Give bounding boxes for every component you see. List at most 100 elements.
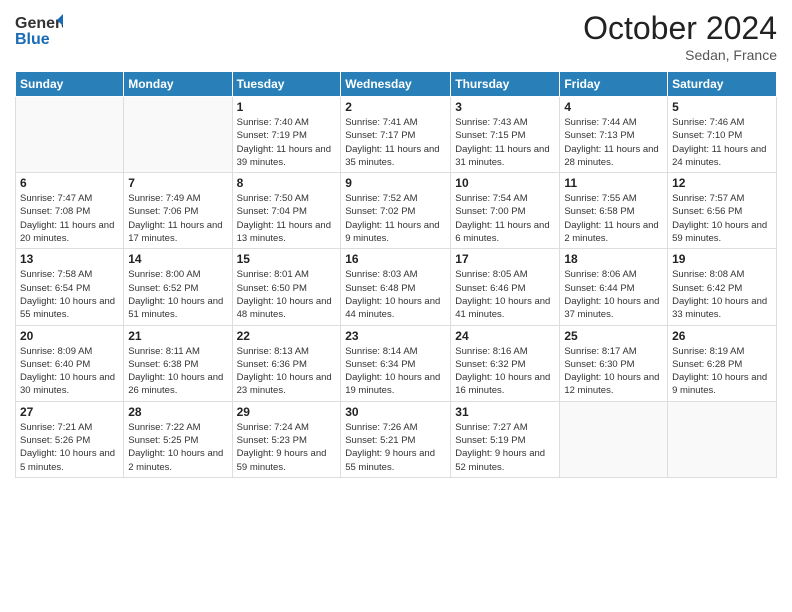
day-number: 3 (455, 100, 555, 114)
calendar-cell: 1 Sunrise: 7:40 AMSunset: 7:19 PMDaylight… (232, 97, 341, 173)
calendar-cell: 18 Sunrise: 8:06 AMSunset: 6:44 PMDayligh… (560, 249, 668, 325)
day-info: Sunrise: 7:52 AMSunset: 7:02 PMDaylight:… (345, 192, 446, 245)
calendar-cell: 31 Sunrise: 7:27 AMSunset: 5:19 PMDayligh… (451, 401, 560, 477)
calendar-week-row: 13 Sunrise: 7:58 AMSunset: 6:54 PMDayligh… (16, 249, 777, 325)
day-number: 8 (237, 176, 337, 190)
day-info: Sunrise: 7:27 AMSunset: 5:19 PMDaylight:… (455, 421, 555, 474)
calendar-cell: 28 Sunrise: 7:22 AMSunset: 5:25 PMDayligh… (124, 401, 232, 477)
day-info: Sunrise: 7:46 AMSunset: 7:10 PMDaylight:… (672, 116, 772, 169)
calendar-cell: 7Sunrise: 7:49 AMSunset: 7:06 PMDaylight… (124, 173, 232, 249)
calendar-cell: 6 Sunrise: 7:47 AMSunset: 7:08 PMDaylight… (16, 173, 124, 249)
day-info: Sunrise: 7:58 AMSunset: 6:54 PMDaylight:… (20, 268, 119, 321)
weekday-header: Saturday (668, 72, 777, 97)
day-info: Sunrise: 7:24 AMSunset: 5:23 PMDaylight:… (237, 421, 337, 474)
calendar-cell: 20 Sunrise: 8:09 AMSunset: 6:40 PMDayligh… (16, 325, 124, 401)
day-number: 15 (237, 252, 337, 266)
calendar-cell: 2 Sunrise: 7:41 AMSunset: 7:17 PMDaylight… (341, 97, 451, 173)
calendar-cell: 25Sunrise: 8:17 AMSunset: 6:30 PMDayligh… (560, 325, 668, 401)
calendar-week-row: 20 Sunrise: 8:09 AMSunset: 6:40 PMDayligh… (16, 325, 777, 401)
day-info: Sunrise: 7:40 AMSunset: 7:19 PMDaylight:… (237, 116, 337, 169)
day-number: 21 (128, 329, 227, 343)
day-info: Sunrise: 7:47 AMSunset: 7:08 PMDaylight:… (20, 192, 119, 245)
calendar-cell: 21 Sunrise: 8:11 AMSunset: 6:38 PMDayligh… (124, 325, 232, 401)
calendar-cell: 30 Sunrise: 7:26 AMSunset: 5:21 PMDayligh… (341, 401, 451, 477)
day-number: 30 (345, 405, 446, 419)
weekday-header: Friday (560, 72, 668, 97)
day-info: Sunrise: 7:21 AMSunset: 5:26 PMDaylight:… (20, 421, 119, 474)
day-number: 20 (20, 329, 119, 343)
svg-text:General: General (15, 15, 63, 32)
day-number: 2 (345, 100, 446, 114)
calendar-cell: 3Sunrise: 7:43 AMSunset: 7:15 PMDaylight… (451, 97, 560, 173)
day-info: Sunrise: 8:06 AMSunset: 6:44 PMDaylight:… (564, 268, 663, 321)
page-header: General Blue October 2024 Sedan, France (15, 10, 777, 63)
calendar-cell: 12 Sunrise: 7:57 AMSunset: 6:56 PMDayligh… (668, 173, 777, 249)
calendar-cell (560, 401, 668, 477)
day-info: Sunrise: 7:26 AMSunset: 5:21 PMDaylight:… (345, 421, 446, 474)
day-number: 27 (20, 405, 119, 419)
day-info: Sunrise: 7:22 AMSunset: 5:25 PMDaylight:… (128, 421, 227, 474)
calendar-cell: 8 Sunrise: 7:50 AMSunset: 7:04 PMDaylight… (232, 173, 341, 249)
weekday-header: Thursday (451, 72, 560, 97)
day-number: 29 (237, 405, 337, 419)
day-info: Sunrise: 8:05 AMSunset: 6:46 PMDaylight:… (455, 268, 555, 321)
calendar-week-row: 27 Sunrise: 7:21 AMSunset: 5:26 PMDayligh… (16, 401, 777, 477)
calendar-week-row: 1 Sunrise: 7:40 AMSunset: 7:19 PMDaylight… (16, 97, 777, 173)
weekday-header: Sunday (16, 72, 124, 97)
weekday-header-row: SundayMondayTuesdayWednesdayThursdayFrid… (16, 72, 777, 97)
day-info: Sunrise: 7:54 AMSunset: 7:00 PMDaylight:… (455, 192, 555, 245)
day-number: 12 (672, 176, 772, 190)
calendar-cell: 26Sunrise: 8:19 AMSunset: 6:28 PMDayligh… (668, 325, 777, 401)
logo-icon: General Blue (15, 10, 63, 48)
day-number: 24 (455, 329, 555, 343)
day-info: Sunrise: 8:09 AMSunset: 6:40 PMDaylight:… (20, 345, 119, 398)
month-title: October 2024 (583, 10, 777, 47)
day-number: 14 (128, 252, 227, 266)
day-number: 7 (128, 176, 227, 190)
day-info: Sunrise: 7:41 AMSunset: 7:17 PMDaylight:… (345, 116, 446, 169)
calendar-cell: 19Sunrise: 8:08 AMSunset: 6:42 PMDayligh… (668, 249, 777, 325)
calendar-cell: 29 Sunrise: 7:24 AMSunset: 5:23 PMDayligh… (232, 401, 341, 477)
calendar-table: SundayMondayTuesdayWednesdayThursdayFrid… (15, 71, 777, 478)
day-info: Sunrise: 8:01 AMSunset: 6:50 PMDaylight:… (237, 268, 337, 321)
calendar-cell: 9 Sunrise: 7:52 AMSunset: 7:02 PMDaylight… (341, 173, 451, 249)
day-number: 28 (128, 405, 227, 419)
weekday-header: Monday (124, 72, 232, 97)
title-block: October 2024 Sedan, France (583, 10, 777, 63)
day-info: Sunrise: 8:11 AMSunset: 6:38 PMDaylight:… (128, 345, 227, 398)
day-number: 9 (345, 176, 446, 190)
day-info: Sunrise: 7:50 AMSunset: 7:04 PMDaylight:… (237, 192, 337, 245)
location: Sedan, France (583, 47, 777, 63)
calendar-cell: 23Sunrise: 8:14 AMSunset: 6:34 PMDayligh… (341, 325, 451, 401)
calendar-cell: 10Sunrise: 7:54 AMSunset: 7:00 PMDayligh… (451, 173, 560, 249)
day-number: 17 (455, 252, 555, 266)
day-number: 16 (345, 252, 446, 266)
weekday-header: Wednesday (341, 72, 451, 97)
day-number: 13 (20, 252, 119, 266)
calendar-week-row: 6 Sunrise: 7:47 AMSunset: 7:08 PMDaylight… (16, 173, 777, 249)
day-info: Sunrise: 8:03 AMSunset: 6:48 PMDaylight:… (345, 268, 446, 321)
day-number: 1 (237, 100, 337, 114)
day-number: 18 (564, 252, 663, 266)
day-info: Sunrise: 8:14 AMSunset: 6:34 PMDaylight:… (345, 345, 446, 398)
day-info: Sunrise: 8:19 AMSunset: 6:28 PMDaylight:… (672, 345, 772, 398)
weekday-header: Tuesday (232, 72, 341, 97)
logo: General Blue (15, 10, 63, 53)
calendar-cell (16, 97, 124, 173)
day-number: 4 (564, 100, 663, 114)
day-number: 25 (564, 329, 663, 343)
day-info: Sunrise: 8:13 AMSunset: 6:36 PMDaylight:… (237, 345, 337, 398)
day-number: 5 (672, 100, 772, 114)
day-number: 19 (672, 252, 772, 266)
day-number: 11 (564, 176, 663, 190)
day-number: 6 (20, 176, 119, 190)
day-number: 31 (455, 405, 555, 419)
calendar-cell: 22Sunrise: 8:13 AMSunset: 6:36 PMDayligh… (232, 325, 341, 401)
day-info: Sunrise: 7:55 AMSunset: 6:58 PMDaylight:… (564, 192, 663, 245)
calendar-cell: 14Sunrise: 8:00 AMSunset: 6:52 PMDayligh… (124, 249, 232, 325)
calendar-cell: 27 Sunrise: 7:21 AMSunset: 5:26 PMDayligh… (16, 401, 124, 477)
calendar-cell (668, 401, 777, 477)
day-info: Sunrise: 7:57 AMSunset: 6:56 PMDaylight:… (672, 192, 772, 245)
calendar-cell: 5 Sunrise: 7:46 AMSunset: 7:10 PMDaylight… (668, 97, 777, 173)
calendar-cell: 17 Sunrise: 8:05 AMSunset: 6:46 PMDayligh… (451, 249, 560, 325)
